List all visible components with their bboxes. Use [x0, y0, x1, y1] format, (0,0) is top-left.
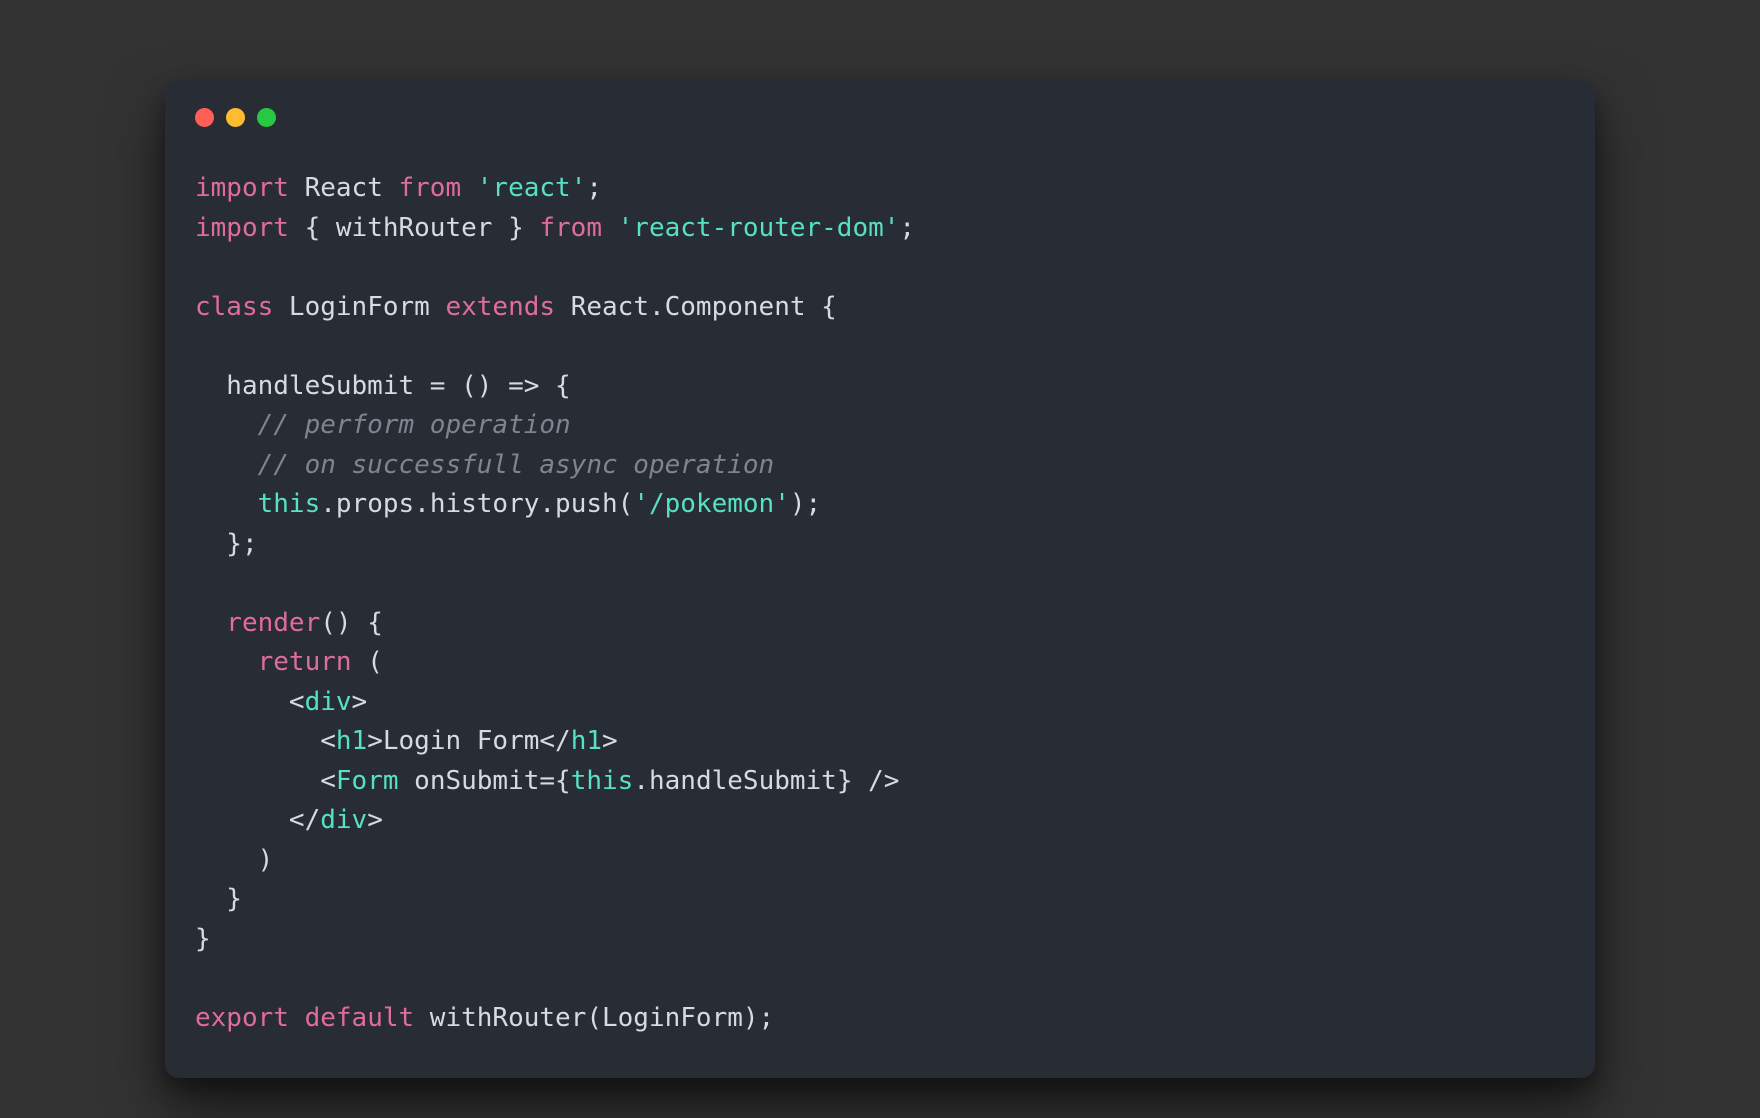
kw-import: import	[195, 173, 289, 203]
close-icon[interactable]	[195, 108, 214, 127]
comment-line: // on successfull async operation	[195, 450, 774, 480]
traffic-lights	[195, 108, 1565, 127]
minimize-icon[interactable]	[226, 108, 245, 127]
code-block: import React from 'react'; import { with…	[195, 169, 1565, 1038]
maximize-icon[interactable]	[257, 108, 276, 127]
code-window: import React from 'react'; import { with…	[165, 80, 1595, 1078]
comment-line: // perform operation	[195, 410, 571, 440]
